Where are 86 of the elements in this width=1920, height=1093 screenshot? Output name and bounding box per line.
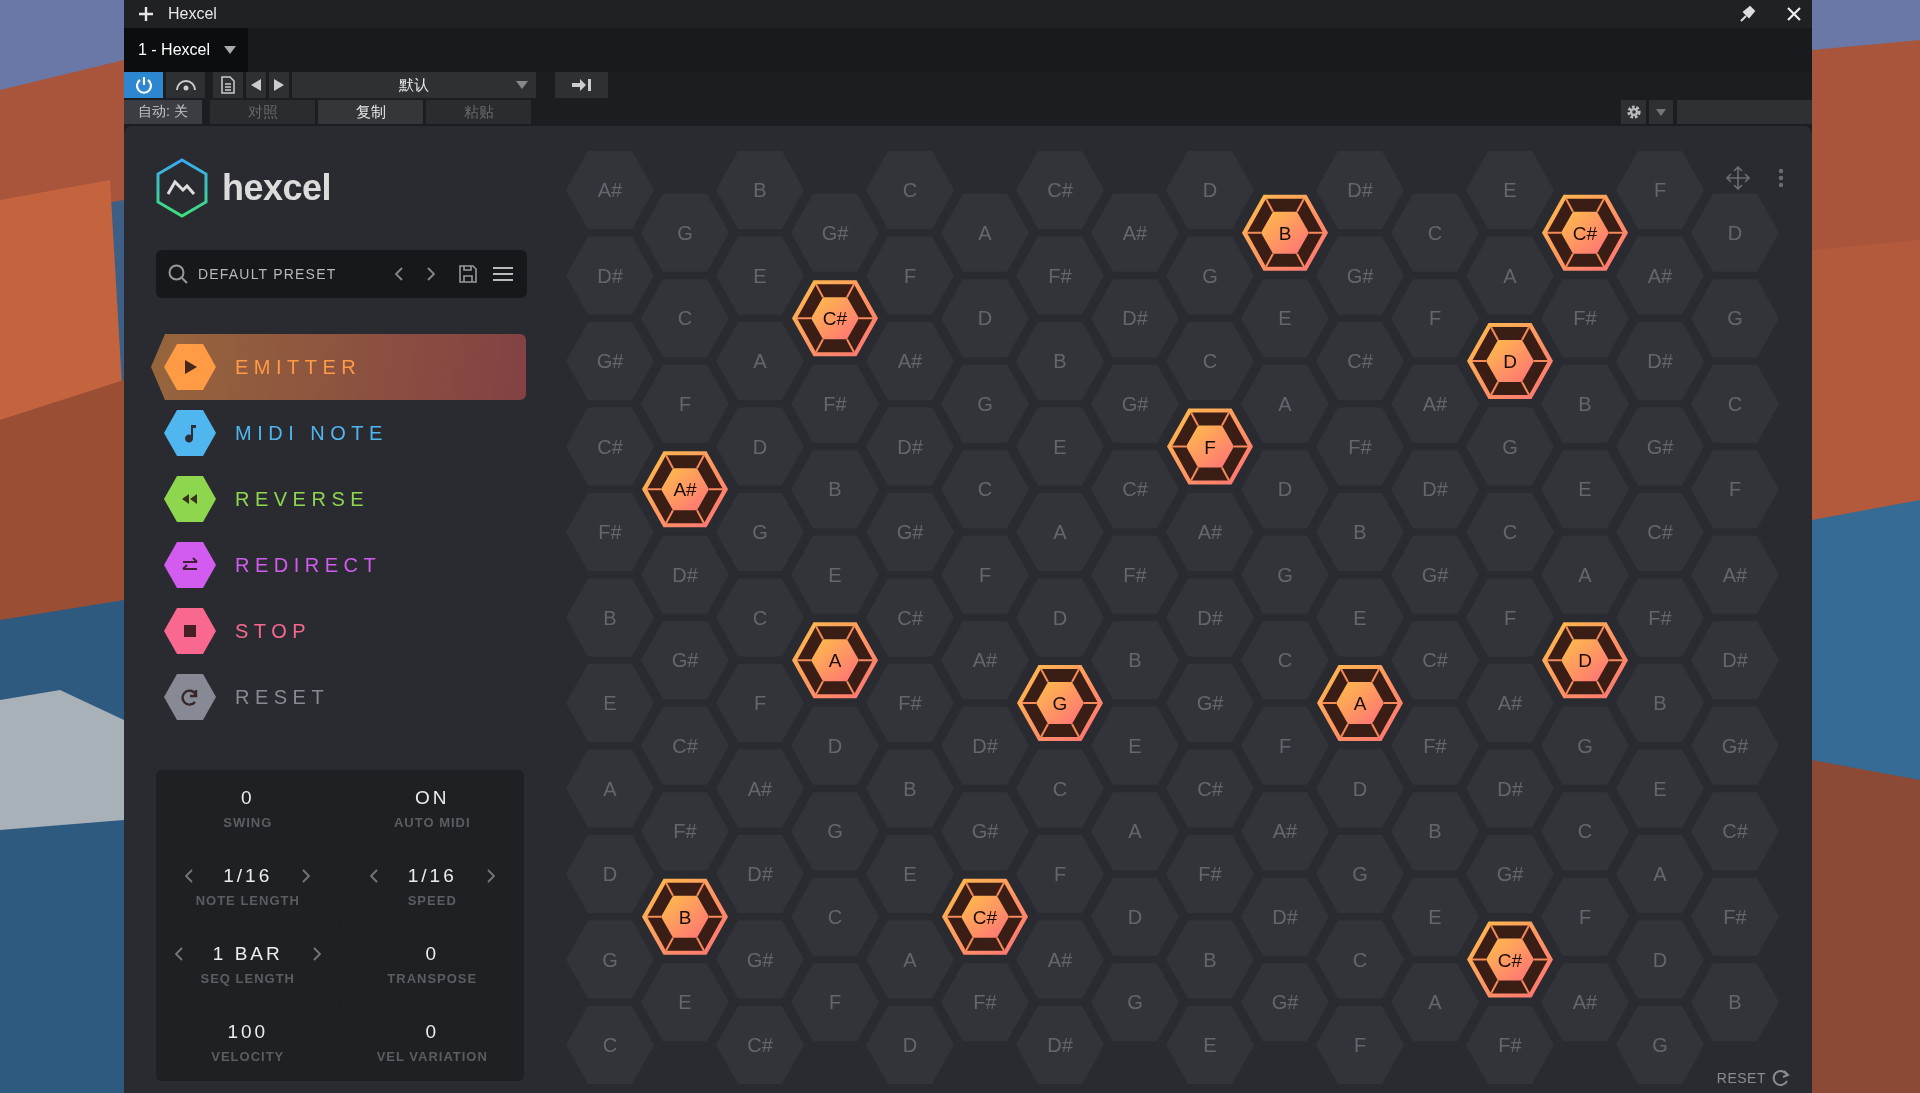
rewind-icon [163, 475, 217, 523]
caret-icon [224, 46, 237, 54]
tool-item[interactable]: STOP [151, 598, 526, 664]
note-pad[interactable]: A# [642, 451, 728, 528]
chevron-right-icon[interactable] [302, 869, 311, 883]
chevron-left-icon[interactable] [395, 267, 403, 281]
preset-dropdown[interactable]: 默认 [292, 72, 536, 98]
chevron-left-icon[interactable] [174, 947, 183, 961]
chevron-right-icon[interactable] [486, 869, 495, 883]
toolbar-button[interactable]: 复制 [318, 100, 423, 124]
chevron-left-icon[interactable] [185, 869, 194, 883]
stop-icon [163, 607, 217, 655]
note-pad[interactable]: C# [942, 878, 1028, 955]
pin-icon[interactable] [1738, 5, 1756, 23]
arc-icon [174, 78, 197, 92]
tool-item[interactable]: REDIRECT [151, 532, 526, 598]
parameter-label: VEL VARIATION [376, 1049, 488, 1064]
note-pad[interactable]: F [1167, 408, 1253, 485]
text-field[interactable] [1677, 100, 1812, 124]
parameter-label: TRANSPOSE [387, 971, 478, 986]
caret-icon [1656, 108, 1666, 116]
menu-icon[interactable] [493, 266, 513, 282]
note-pad[interactable]: C# [1467, 921, 1553, 998]
note-pad[interactable]: A [792, 622, 878, 699]
settings-button[interactable] [1621, 100, 1646, 124]
tool-item[interactable]: EMITTER [151, 334, 526, 400]
parameter-value[interactable]: 0 [240, 787, 255, 809]
settings-dropdown[interactable] [1649, 100, 1673, 124]
reset-button[interactable]: RESET [1716, 1069, 1790, 1087]
power-icon [134, 76, 153, 94]
move-icon[interactable] [1726, 166, 1750, 190]
triangle-right-icon [274, 79, 284, 91]
triangle-left-icon [251, 79, 261, 91]
next-button[interactable] [269, 72, 289, 98]
parameter-value[interactable]: 1/16 [223, 865, 273, 887]
note-pad[interactable]: D [1467, 323, 1553, 399]
note-pad[interactable]: B [1242, 194, 1328, 271]
note-pad[interactable]: C# [1542, 194, 1628, 271]
parameter-label: VELOCITY [211, 1049, 285, 1064]
instance-tab[interactable]: 1 - Hexcel [124, 28, 249, 72]
window-title: Hexcel [168, 5, 218, 23]
gear-icon [1625, 104, 1642, 120]
search-icon[interactable] [168, 264, 188, 284]
tool-item[interactable]: MIDI NOTE [151, 400, 526, 466]
previous-button[interactable] [246, 72, 266, 98]
automation-button[interactable]: 自动: 关 [124, 100, 202, 124]
reset-icon [163, 673, 217, 721]
music-note-icon [163, 409, 217, 457]
power-button[interactable] [124, 72, 163, 98]
note-pad[interactable]: G [1017, 665, 1103, 741]
parameter-label: SEQ LENGTH [200, 971, 295, 986]
tool-item[interactable]: RESET [151, 664, 526, 730]
hexagon-logo-icon [156, 158, 208, 218]
close-icon[interactable] [1786, 6, 1802, 22]
note-pad[interactable]: D [1542, 622, 1628, 699]
parameter-label: SPEED [407, 893, 457, 908]
more-options-icon[interactable] [1778, 168, 1784, 188]
sidechain-button[interactable] [555, 72, 608, 98]
chevron-right-icon[interactable] [427, 267, 435, 281]
bypass-button[interactable] [166, 72, 205, 98]
logo-text: hexcel [222, 167, 332, 209]
chevron-right-icon[interactable] [312, 947, 321, 961]
save-icon[interactable] [459, 265, 477, 283]
chevron-left-icon[interactable] [369, 869, 378, 883]
parameter-label: NOTE LENGTH [195, 893, 300, 908]
parameter-value[interactable]: 1 BAR [212, 943, 283, 965]
parameter-label: SWING [223, 815, 273, 830]
play-icon [163, 343, 217, 391]
note-pad[interactable]: B [642, 878, 728, 955]
parameter-value[interactable]: 100 [227, 1021, 269, 1043]
preset-name[interactable]: DEFAULT PRESET [198, 266, 385, 282]
swap-arrows-icon [163, 541, 217, 589]
add-icon[interactable] [138, 6, 154, 22]
parameter-value[interactable]: 0 [425, 943, 440, 965]
parameter-value[interactable]: ON [415, 787, 450, 809]
preset-file-button[interactable] [213, 72, 243, 98]
caret-icon [516, 81, 528, 89]
arrow-to-bar-icon [571, 78, 592, 92]
parameter-label: AUTO MIDI [393, 815, 471, 830]
note-pad[interactable]: C# [792, 280, 878, 357]
document-icon [221, 76, 235, 94]
tool-item[interactable]: REVERSE [151, 466, 526, 532]
parameter-value[interactable]: 0 [425, 1021, 440, 1043]
note-pad[interactable]: A [1317, 665, 1403, 741]
parameter-value[interactable]: 1/16 [407, 865, 457, 887]
refresh-icon [1772, 1069, 1790, 1087]
